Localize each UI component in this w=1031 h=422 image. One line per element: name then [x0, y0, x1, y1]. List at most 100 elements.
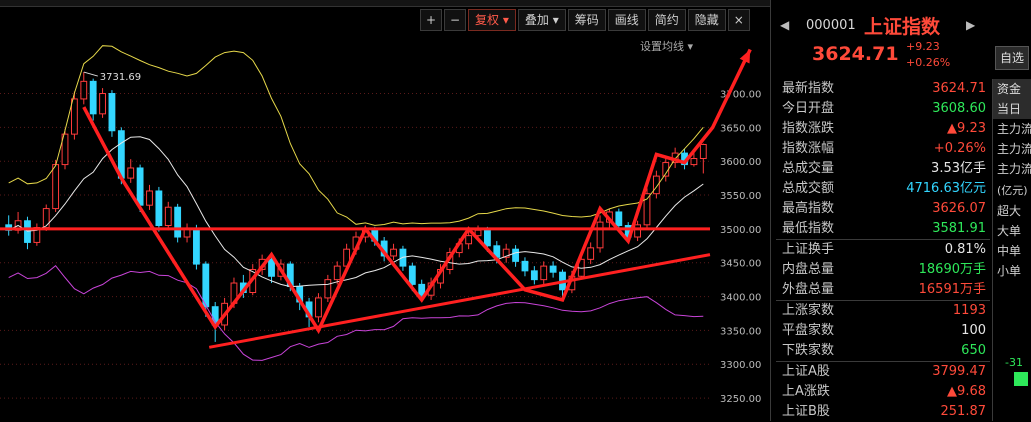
candle-down — [530, 270, 538, 281]
y-tick-label: 3300.00 — [720, 360, 761, 371]
tab-fund[interactable]: 资金 — [993, 79, 1031, 99]
quote-row: 总成交量 3.53亿手 — [776, 159, 990, 179]
trend-line — [208, 253, 711, 349]
candle-up — [127, 167, 135, 179]
candle-up — [690, 157, 698, 166]
quote-row-label: 总成交额 — [782, 181, 835, 196]
flow-item: 主力流 — [997, 142, 1031, 156]
quote-row-value: 1193 — [952, 303, 986, 318]
wave-path — [82, 48, 752, 335]
quote-row: 上A涨跌 ▲9.68 — [776, 382, 990, 402]
candle-down — [202, 263, 210, 308]
quote-row-value: ▲9.23 — [947, 121, 986, 136]
candle-up — [324, 279, 332, 299]
lower-band-line — [8, 264, 704, 361]
candle-up — [42, 208, 50, 229]
quote-row: 上证换手 0.81% — [776, 240, 990, 260]
quote-row-value: +0.26% — [933, 141, 986, 156]
unit-label: (亿元) — [997, 184, 1028, 197]
candle-down — [89, 80, 97, 115]
kline-chart[interactable]: 3700.003650.003600.003550.003500.003450.… — [0, 30, 770, 421]
quote-row-label: 上证换手 — [782, 242, 835, 257]
quote-row-value: 4716.63亿元 — [906, 181, 986, 196]
fuquan-button[interactable]: 复权 ▾ — [468, 9, 516, 31]
top-nav-bar[interactable] — [0, 0, 770, 7]
candle-up — [699, 143, 707, 159]
quote-row-label: 最新指数 — [782, 81, 835, 96]
close-icon[interactable]: × — [727, 9, 750, 31]
candle-down — [108, 93, 116, 132]
candle-down — [418, 283, 426, 296]
candle-down — [193, 228, 200, 265]
quote-row-value: 3581.91 — [932, 221, 986, 236]
overlay-button[interactable]: 叠加 ▾ — [517, 9, 566, 31]
hide-button[interactable]: 隐藏 — [687, 9, 726, 31]
quote-row-value: ▲9.68 — [947, 384, 986, 399]
quote-row-label: 下跌家数 — [782, 343, 835, 358]
quote-row: 今日开盘 3608.60 — [776, 99, 990, 119]
quote-row-value: 100 — [961, 323, 986, 338]
candle-down — [408, 265, 416, 285]
quote-row: 最低指数 3581.91 — [776, 219, 990, 239]
quote-row-value: 0.81% — [944, 242, 986, 257]
quote-row-label: 今日开盘 — [782, 101, 835, 116]
chips-button[interactable]: 筹码 — [567, 9, 606, 31]
candle-down — [136, 167, 144, 206]
quote-row: 最新指数 3624.71 — [776, 79, 990, 99]
quote-row: 外盘总量 16591万手 — [776, 280, 990, 300]
quote-row-value: 16591万手 — [918, 282, 986, 297]
quote-row: 下跌家数 650 — [776, 341, 990, 361]
candle-up — [70, 98, 78, 135]
y-tick-label: 3500.00 — [720, 225, 761, 236]
quote-row: 指数涨跌 ▲9.23 — [776, 119, 990, 139]
quote-row-value: 3624.71 — [932, 81, 986, 96]
next-arrow-icon[interactable]: ▶ — [966, 18, 975, 32]
fund-flow-panel: 资金 当日 主力流 主力流 主力流 (亿元) 超大 大单 中单 小单 — [992, 79, 1031, 421]
zoom-in-button[interactable]: + — [420, 9, 442, 31]
flow-item: 主力流 — [997, 122, 1031, 136]
price-change: +9.23 — [906, 40, 940, 53]
candle-up — [390, 248, 397, 257]
y-tick-label: 3650.00 — [720, 123, 761, 134]
candle-up — [333, 265, 341, 281]
simple-mode-button[interactable]: 简约 — [647, 9, 686, 31]
zoom-out-button[interactable]: − — [444, 9, 466, 31]
chart-toolbar: + − 复权 ▾ 叠加 ▾ 筹码 画线 简约 隐藏 × — [420, 9, 750, 31]
candle-up — [146, 190, 153, 206]
quote-row-value: 18690万手 — [918, 262, 986, 277]
quote-row: 最高指数 3626.07 — [776, 199, 990, 219]
add-watchlist-button[interactable]: 自选 — [995, 46, 1029, 70]
price-change-pct: +0.26% — [906, 56, 951, 69]
candle-up — [99, 93, 106, 115]
current-price: 3624.71 — [812, 43, 899, 65]
candle-up — [634, 224, 642, 238]
candle-down — [549, 265, 557, 273]
quote-row-value: 3626.07 — [932, 201, 986, 216]
candle-down — [174, 206, 182, 238]
draw-line-button[interactable]: 画线 — [607, 9, 646, 31]
high-label: 3731.69 — [100, 72, 141, 83]
y-tick-label: 3250.00 — [720, 394, 761, 405]
candle-up — [540, 265, 548, 281]
flow-value: -31 — [1005, 356, 1023, 369]
candle-down — [521, 260, 529, 272]
y-tick-label: 3550.00 — [720, 191, 761, 202]
candle-up — [52, 164, 60, 210]
order-size-item: 中单 — [997, 244, 1022, 258]
order-size-item: 超大 — [997, 204, 1022, 218]
overlay-label: 叠加 — [524, 13, 549, 27]
stock-chart-app: + − 复权 ▾ 叠加 ▾ 筹码 画线 简约 隐藏 × 设置均线 ▾ 3700.… — [0, 0, 1031, 421]
quote-row-value: 650 — [961, 343, 986, 358]
quote-row-label: 指数涨幅 — [782, 141, 835, 156]
candle-up — [465, 235, 473, 245]
y-tick-label: 3350.00 — [720, 326, 761, 337]
tab-today[interactable]: 当日 — [993, 99, 1031, 119]
candle-up — [315, 297, 322, 318]
quote-row: 总成交额 4716.63亿元 — [776, 179, 990, 199]
prev-arrow-icon[interactable]: ◀ — [780, 18, 789, 32]
flow-item: 主力流 — [997, 162, 1031, 176]
quote-row: 内盘总量 18690万手 — [776, 260, 990, 280]
candle-up — [596, 221, 604, 249]
stock-name: 上证指数 — [864, 16, 941, 38]
candle-down — [484, 229, 491, 247]
